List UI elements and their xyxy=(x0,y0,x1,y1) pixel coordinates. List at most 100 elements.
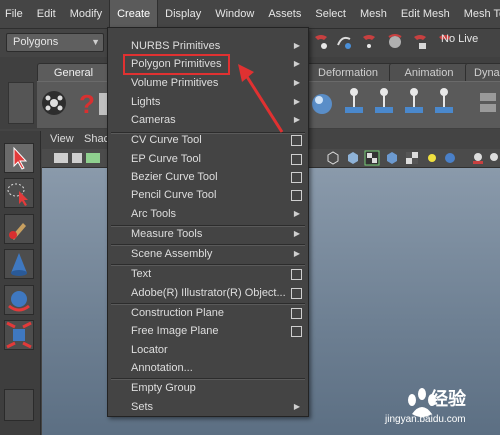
menu-item-bezier-curve-tool[interactable]: Bezier Curve Tool xyxy=(108,168,308,186)
shelf-menu-button[interactable] xyxy=(8,82,34,124)
xray-icon[interactable] xyxy=(470,150,486,166)
menu-item-label: Arc Tools xyxy=(131,208,177,220)
annotation-arrow-icon xyxy=(238,64,284,133)
question-icon[interactable]: ? xyxy=(77,87,95,121)
menu-item-measure-tools[interactable]: Measure Tools ▶ xyxy=(108,225,308,243)
menu-item-pencil-curve-tool[interactable]: Pencil Curve Tool xyxy=(108,186,308,204)
snap-surface-icon[interactable] xyxy=(411,33,429,51)
menu-edit[interactable]: Edit xyxy=(30,0,63,28)
menu-item-label: Cameras xyxy=(131,114,176,126)
menu-item-label: EP Curve Tool xyxy=(131,153,201,165)
tab-deformation[interactable]: Deformation xyxy=(303,63,393,82)
menu-item-label: Lights xyxy=(131,96,161,108)
submenu-arrow-icon: ▶ xyxy=(293,115,300,124)
menu-item-nurbs-primitives[interactable]: NURBS Primitives ▶ xyxy=(108,37,308,55)
paint-select-tool[interactable] xyxy=(4,214,34,244)
wireframe-cube-icon[interactable] xyxy=(325,150,341,166)
menu-item-locator[interactable]: Locator xyxy=(108,341,308,359)
light-icon[interactable] xyxy=(424,150,440,166)
film-reel-icon[interactable] xyxy=(40,87,70,121)
chevron-down-icon: ▼ xyxy=(91,37,100,47)
rotate-sphere-icon xyxy=(8,291,30,312)
scale-tool[interactable] xyxy=(4,320,34,350)
option-box-icon[interactable] xyxy=(291,190,302,201)
magnet-snap-icon[interactable] xyxy=(312,33,330,51)
menu-item-label: Volume Primitives xyxy=(131,77,219,89)
menu-item-label: Text xyxy=(131,268,152,280)
smooth-bind-icon[interactable] xyxy=(432,87,456,119)
smooth-shade-icon[interactable] xyxy=(345,150,361,166)
option-box-icon[interactable] xyxy=(291,135,302,146)
lasso-icon xyxy=(7,183,28,206)
option-box-icon[interactable] xyxy=(291,172,302,183)
menu-item-scene-assembly[interactable]: Scene Assembly ▶ xyxy=(108,245,308,263)
option-box-icon[interactable] xyxy=(291,288,302,299)
tab-general[interactable]: General xyxy=(37,63,110,82)
live-object-label: No Live xyxy=(441,33,479,45)
sphere-icon[interactable] xyxy=(310,90,334,116)
last-tool[interactable] xyxy=(4,389,34,421)
bind-skin-icon[interactable] xyxy=(402,87,426,119)
menu-item-arc-tools[interactable]: Arc Tools ▶ xyxy=(108,205,308,223)
menu-file[interactable]: File xyxy=(0,0,30,28)
scale-cube-icon xyxy=(6,321,32,349)
menu-display[interactable]: Display xyxy=(158,0,208,28)
textured-cube-icon[interactable] xyxy=(384,150,400,166)
lasso-tool[interactable] xyxy=(4,178,34,208)
camera-tools-icon[interactable] xyxy=(54,151,104,165)
submenu-arrow-icon: ▶ xyxy=(293,97,300,106)
mode-select-value: Polygons xyxy=(13,36,59,48)
move-tool[interactable] xyxy=(4,249,34,279)
menu-select[interactable]: Select xyxy=(308,0,353,28)
option-box-icon[interactable] xyxy=(291,269,302,280)
rotate-tool[interactable] xyxy=(4,285,34,315)
mode-select-dropdown[interactable]: Polygons ▼ xyxy=(6,33,104,52)
menu-item-label: CV Curve Tool xyxy=(131,134,202,146)
menu-item-label: Sets xyxy=(131,401,154,413)
tab-dyna[interactable]: Dyna xyxy=(465,63,500,82)
select-tool[interactable] xyxy=(4,143,34,173)
snap-view-icon[interactable] xyxy=(386,33,404,51)
menu-item-annotation[interactable]: Annotation... xyxy=(108,359,308,377)
menu-modify[interactable]: Modify xyxy=(63,0,109,28)
menu-item-label: Locator xyxy=(131,344,168,356)
menu-item-label: Measure Tools xyxy=(131,228,203,240)
menu-mesh-tools[interactable]: Mesh Tools xyxy=(457,0,500,28)
hypergraph-icon[interactable] xyxy=(477,90,499,116)
menu-item-empty-group[interactable]: Empty Group xyxy=(108,379,308,397)
option-box-icon[interactable] xyxy=(291,154,302,165)
arrow-cursor-icon xyxy=(13,146,28,170)
main-menubar: File Edit Modify Create Display Window A… xyxy=(0,0,500,29)
submenu-arrow-icon: ▶ xyxy=(293,41,300,50)
menu-mesh[interactable]: Mesh xyxy=(353,0,394,28)
menu-item-adobe-illustrator-object[interactable]: Adobe(R) Illustrator(R) Object... xyxy=(108,284,308,302)
option-box-icon[interactable] xyxy=(291,308,302,319)
cone-icon xyxy=(11,253,27,276)
toolbox xyxy=(0,131,41,435)
option-box-icon[interactable] xyxy=(291,326,302,337)
menu-item-free-image-plane[interactable]: Free Image Plane xyxy=(108,322,308,340)
menu-item-label: Bezier Curve Tool xyxy=(131,171,218,183)
isolate-icon[interactable] xyxy=(488,150,500,166)
checker-cube-icon[interactable] xyxy=(404,150,420,166)
menu-edit-mesh[interactable]: Edit Mesh xyxy=(394,0,457,28)
menu-item-label: Scene Assembly xyxy=(131,248,213,260)
menu-item-text[interactable]: Text xyxy=(108,265,308,283)
panel-menu-shading[interactable]: Shac xyxy=(84,133,109,145)
checker-icon[interactable] xyxy=(364,150,380,166)
snap-curve-icon[interactable] xyxy=(336,33,354,51)
ik-handle-icon[interactable] xyxy=(372,87,396,119)
shadow-sphere-icon[interactable] xyxy=(442,150,458,166)
menu-item-sets[interactable]: Sets ▶ xyxy=(108,398,308,416)
joint-tool-icon[interactable] xyxy=(342,87,366,119)
panel-menu-view[interactable]: View xyxy=(50,133,74,145)
submenu-arrow-icon: ▶ xyxy=(293,59,300,68)
menu-assets[interactable]: Assets xyxy=(261,0,308,28)
menu-create[interactable]: Create xyxy=(109,0,159,28)
menu-item-ep-curve-tool[interactable]: EP Curve Tool xyxy=(108,150,308,168)
menu-item-construction-plane[interactable]: Construction Plane xyxy=(108,304,308,322)
tab-animation[interactable]: Animation xyxy=(389,63,469,82)
menu-window[interactable]: Window xyxy=(208,0,261,28)
snap-point-icon[interactable] xyxy=(360,33,378,51)
submenu-arrow-icon: ▶ xyxy=(293,209,300,218)
